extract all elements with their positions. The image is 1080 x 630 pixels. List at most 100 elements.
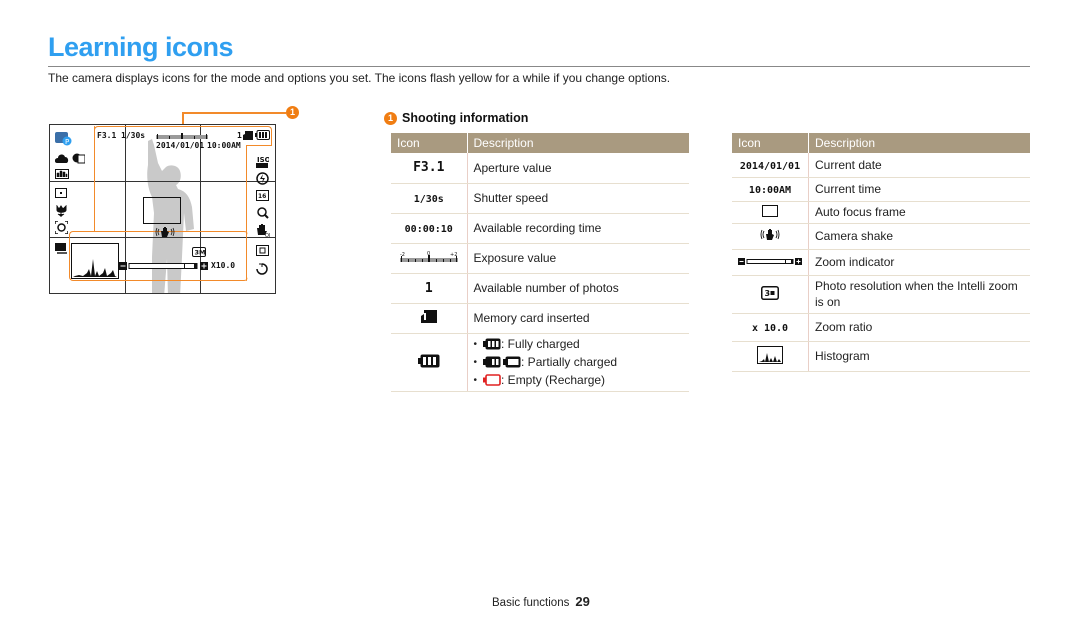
intelli-zoom-resolution-icon: 3M — [192, 247, 206, 257]
section-title-text: Shooting information — [402, 111, 529, 125]
program-mode-icon: P — [55, 132, 72, 146]
svg-text:+2: +2 — [450, 252, 457, 258]
shooting-info-highlight — [246, 145, 272, 146]
battery-icon — [255, 130, 270, 140]
footer-section: Basic functions — [492, 597, 570, 609]
histogram-cell — [732, 341, 809, 372]
ois-icon: OIS — [257, 224, 270, 237]
recording-time-icon: 00:00:10 — [391, 213, 468, 244]
current-date-icon: 2014/01/01 — [732, 153, 809, 178]
photo-size-icon: 16 — [256, 190, 269, 201]
battery-partial-label: : Partially charged — [521, 355, 618, 369]
table-row: Auto focus frame — [732, 201, 1030, 224]
face-detection-icon — [55, 221, 68, 234]
shutter-speed-icon-text: 1/30s — [413, 194, 444, 205]
current-date-icon-text: 2014/01/01 — [739, 160, 801, 172]
iso-icon: ISO — [256, 156, 269, 168]
cloudy-white-balance-icon — [55, 154, 69, 163]
row-description: Exposure value — [467, 243, 689, 274]
table-row: 10:00AM Current time — [732, 177, 1030, 202]
osd-date: 2014/01/01 — [156, 141, 205, 150]
battery-full-label: : Fully charged — [501, 337, 580, 351]
svg-text:-2: -2 — [400, 252, 405, 258]
battery-empty-label: : Empty (Recharge) — [501, 373, 606, 387]
bullet: • — [473, 356, 478, 368]
aperture-icon: F3.1 — [391, 153, 468, 184]
table-row: 3 Photo resolution when the Intelli zoom… — [732, 275, 1030, 314]
intelli-zoom-resolution-cell: 3 — [732, 275, 809, 314]
row-description: Auto focus frame — [808, 201, 1030, 224]
current-time-icon-text: 10:00AM — [748, 185, 792, 196]
battery-status-list-cell: • : Fully charged • : Partially charged … — [467, 333, 689, 392]
histogram-icon — [757, 345, 783, 364]
intelli-zoom-resolution-icon: 3 — [761, 285, 779, 300]
af-frame — [143, 197, 181, 224]
exposure-scale-icon — [156, 133, 208, 139]
table-row: 2014/01/01 Current date — [732, 153, 1030, 178]
table-row: 1/30s Shutter speed — [391, 183, 689, 214]
svg-text:0: 0 — [427, 251, 430, 257]
callout-line — [182, 112, 286, 114]
page-number: 29 — [575, 594, 590, 609]
row-description: Shutter speed — [467, 183, 689, 214]
table-header-row: Icon Description — [732, 133, 1030, 153]
row-description: Memory card inserted — [467, 303, 689, 334]
title-divider — [48, 66, 1030, 67]
section-title: 1 Shooting information — [384, 111, 528, 125]
bullet: • — [473, 374, 478, 386]
macro-icon — [56, 205, 67, 217]
osd-aperture: F3.1 — [97, 131, 117, 140]
photo-count-icon: 1 — [391, 273, 468, 304]
table-row: Histogram — [732, 341, 1030, 372]
memory-card-icon — [420, 310, 437, 323]
table-row: • : Fully charged • : Partially charged … — [391, 333, 689, 392]
af-area-icon — [55, 188, 67, 198]
list-item: • : Fully charged — [474, 335, 684, 353]
zoom-indicator-icon — [119, 262, 208, 270]
table-row: 00:00:10 Available recording time — [391, 213, 689, 244]
table-row: F3.1 Aperture value — [391, 153, 689, 184]
table-row: Memory card inserted — [391, 303, 689, 334]
row-description: Current time — [808, 177, 1030, 202]
table-header-row: Icon Description — [391, 133, 689, 153]
battery-cell — [391, 333, 468, 392]
column-header-icon: Icon — [732, 133, 809, 153]
osd-photo-count: 1 — [237, 131, 242, 140]
battery-full-icon — [483, 338, 501, 350]
intro-text: The camera displays icons for the mode a… — [48, 71, 671, 85]
page-footer: Basic functions 29 — [492, 594, 590, 609]
row-description: Current date — [808, 153, 1030, 178]
list-item: • : Empty (Recharge) — [474, 371, 684, 389]
flash-icon — [256, 172, 269, 185]
shooting-info-highlight — [94, 126, 95, 232]
timer-icon — [256, 263, 268, 275]
zoom-ratio-icon-text: x 10.0 — [751, 323, 789, 334]
smart-zoom-icon — [257, 207, 269, 219]
shutter-speed-icon: 1/30s — [391, 183, 468, 214]
camera-shake-icon — [760, 229, 780, 240]
zoom-indicator-icon — [738, 258, 802, 265]
row-description: Aperture value — [467, 153, 689, 184]
histogram-icon — [71, 243, 119, 279]
callout-badge: 1 — [286, 106, 299, 119]
bullet: • — [473, 338, 478, 350]
table-row: Zoom indicator — [732, 249, 1030, 276]
page-title: Learning icons — [48, 32, 234, 62]
battery-icon — [417, 354, 440, 367]
column-header-description: Description — [467, 133, 689, 153]
list-item: • : Partially charged — [474, 353, 684, 371]
table-row: Camera shake — [732, 223, 1030, 250]
battery-partial-icon — [483, 356, 501, 368]
zoom-ratio-icon: x 10.0 — [732, 313, 809, 342]
row-description: Histogram — [808, 341, 1030, 372]
battery-status-list: • : Fully charged • : Partially charged … — [474, 335, 684, 389]
photo-style-icon — [72, 153, 85, 164]
auto-focus-frame-icon — [762, 204, 778, 217]
section-number-badge: 1 — [384, 111, 397, 125]
row-description: Camera shake — [808, 223, 1030, 250]
row-description: Photo resolution when the Intelli zoom i… — [808, 275, 1030, 314]
column-header-icon: Icon — [391, 133, 468, 153]
battery-empty-icon — [483, 374, 501, 386]
metering-icon — [55, 169, 69, 179]
aperture-icon-text: F3.1 — [413, 160, 445, 176]
